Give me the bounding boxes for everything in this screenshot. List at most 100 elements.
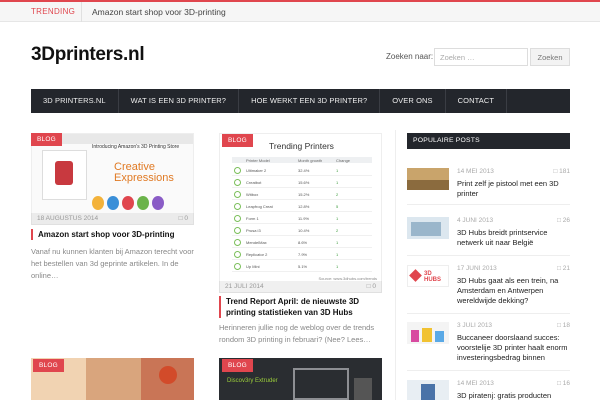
popular-title[interactable]: 3D Hubs breidt printservice netwerk uit … bbox=[457, 228, 570, 248]
search-input[interactable] bbox=[434, 48, 528, 66]
printer-name: MendelMax bbox=[246, 240, 267, 245]
category-badge[interactable]: BLOG bbox=[31, 133, 62, 146]
printer-name: Ultimaker 2 bbox=[246, 168, 267, 173]
category-badge[interactable]: BLOG bbox=[222, 359, 253, 372]
trending-table-row: Witbox 15.2% 2 bbox=[232, 189, 372, 200]
popular-count: □ 16 bbox=[557, 380, 570, 387]
popular-thumb[interactable] bbox=[407, 322, 449, 344]
post-thumbnail-amazon[interactable]: Introducing Amazon's 3D Printing Store C… bbox=[31, 133, 194, 225]
printer-growth: 7.9% bbox=[298, 252, 308, 257]
photo-object bbox=[422, 328, 432, 342]
trending-table-row: Creatbot 15.6% 1 bbox=[232, 177, 372, 188]
nav-item-home[interactable]: 3D PRINTERS.NL bbox=[31, 89, 118, 113]
trending-table-row: Ultimaker 2 32.4% 1 bbox=[232, 165, 372, 176]
printer-growth: 15.6% bbox=[298, 180, 310, 185]
photo-object bbox=[411, 330, 419, 342]
sidebar-separator bbox=[407, 370, 570, 371]
printer-name: Witbox bbox=[246, 192, 259, 197]
printer-name: Up Mini bbox=[246, 264, 260, 269]
trending-table-row: Prusa i3 10.4% 2 bbox=[232, 225, 372, 236]
printer-name: Form 1 bbox=[246, 216, 259, 221]
product-dot bbox=[152, 196, 164, 210]
extruder-box bbox=[354, 378, 372, 400]
printer-icon bbox=[234, 167, 241, 174]
image-caption: Discov3ry Extruder bbox=[227, 378, 278, 384]
trending-link[interactable]: Amazon start shop voor 3D-printing bbox=[92, 2, 226, 22]
nav-item-over-ons[interactable]: OVER ONS bbox=[380, 89, 444, 113]
photo-object bbox=[435, 331, 444, 342]
printer-icon bbox=[234, 227, 241, 234]
popular-date: 14 MEI 2013 bbox=[457, 380, 494, 387]
category-badge[interactable]: BLOG bbox=[33, 359, 64, 372]
popular-date: 4 JUNI 2013 bbox=[457, 217, 494, 224]
printer-icon bbox=[234, 179, 241, 186]
photo-face bbox=[86, 358, 141, 400]
printer-icon bbox=[234, 191, 241, 198]
product-dot bbox=[92, 196, 104, 210]
post-title[interactable]: Trend Report April: de nieuwste 3D print… bbox=[219, 296, 382, 318]
popular-date: 14 MEI 2013 bbox=[457, 168, 494, 175]
nav-item-wat-is[interactable]: WAT IS EEN 3D PRINTER? bbox=[119, 89, 238, 113]
popular-thumb[interactable] bbox=[407, 217, 449, 239]
printer-change: 1 bbox=[336, 180, 339, 185]
printer-growth: 8.6% bbox=[298, 240, 308, 245]
popular-thumb[interactable] bbox=[407, 380, 449, 400]
popular-title[interactable]: 3D piratenj: gratis producten bbox=[457, 391, 570, 400]
category-badge[interactable]: BLOG bbox=[222, 134, 253, 147]
popular-thumb[interactable] bbox=[407, 168, 449, 190]
photo-ground bbox=[407, 180, 449, 190]
printer-growth: 10.4% bbox=[298, 228, 310, 233]
popular-count-value: 21 bbox=[562, 265, 570, 272]
search-button[interactable]: Zoeken bbox=[530, 48, 570, 66]
main-nav: 3D PRINTERS.NL WAT IS EEN 3D PRINTER? HO… bbox=[31, 89, 570, 113]
comment-count[interactable]: □ 0 bbox=[367, 281, 376, 293]
post-thumbnail-trending[interactable]: Trending Printers Printer Model Month gr… bbox=[219, 133, 382, 293]
product-dot bbox=[107, 196, 119, 210]
post-excerpt: Vanaf nu kunnen klanten bij Amazon terec… bbox=[31, 247, 194, 280]
popular-title[interactable]: Buccaneer doorslaand succes: voorstelije… bbox=[457, 333, 570, 363]
hubs-logo-icon bbox=[409, 269, 422, 282]
table-col-growth: Month growth bbox=[298, 158, 323, 163]
popular-count-value: 18 bbox=[562, 322, 570, 329]
post-meta: 18 AUGUSTUS 2014 □ 0 bbox=[31, 213, 194, 225]
hubs-logo-text: 3D HUBS bbox=[424, 271, 442, 283]
printer-growth: 11.9% bbox=[298, 216, 310, 221]
comment-count[interactable]: □ 0 bbox=[179, 213, 188, 225]
printer-growth: 32.4% bbox=[298, 168, 310, 173]
site-logo[interactable]: 3Dprinters.nl bbox=[31, 44, 145, 66]
printer-frame bbox=[293, 368, 349, 400]
comment-count-value: 0 bbox=[184, 215, 188, 222]
popular-count-value: 181 bbox=[559, 168, 570, 175]
table-col-model: Printer Model bbox=[246, 158, 270, 163]
popular-thumb[interactable]: 3D HUBS bbox=[407, 265, 449, 287]
printer-change: 5 bbox=[336, 204, 339, 209]
nav-item-contact[interactable]: CONTACT bbox=[446, 89, 506, 113]
printer-change: 1 bbox=[336, 264, 339, 269]
post-title[interactable]: Amazon start shop voor 3D-printing bbox=[31, 229, 194, 240]
product-row bbox=[92, 196, 164, 210]
printer-change: 2 bbox=[336, 192, 339, 197]
photo-object bbox=[421, 384, 435, 400]
sidebar-separator bbox=[407, 313, 570, 314]
printer-growth: 12.8% bbox=[298, 204, 310, 209]
nav-item-hoe-werkt[interactable]: HOE WERKT EEN 3D PRINTER? bbox=[239, 89, 379, 113]
printer-growth: 5.1% bbox=[298, 264, 308, 269]
popular-count: □ 181 bbox=[553, 168, 570, 175]
popular-title[interactable]: 3D Hubs gaat als een trein, na Amsterdam… bbox=[457, 276, 570, 306]
photo-object bbox=[411, 222, 441, 236]
printer-change: 1 bbox=[336, 168, 339, 173]
printer-icon bbox=[234, 215, 241, 222]
popular-title[interactable]: Print zelf je pistool met een 3D printer bbox=[457, 179, 570, 199]
trending-table-row: Leapfrog Creat 12.8% 5 bbox=[232, 201, 372, 212]
printer-growth: 15.2% bbox=[298, 192, 310, 197]
trending-table-row: Replicator 2 7.9% 1 bbox=[232, 249, 372, 260]
trending-bar: TRENDING Amazon start shop voor 3D-print… bbox=[0, 0, 600, 22]
popular-count: □ 26 bbox=[557, 217, 570, 224]
sidebar-separator bbox=[407, 204, 570, 205]
photo-object bbox=[159, 366, 177, 384]
printer-change: 1 bbox=[336, 216, 339, 221]
table-col-change: Change bbox=[336, 158, 351, 163]
printer-change: 2 bbox=[336, 228, 339, 233]
sidebar-separator bbox=[407, 255, 570, 256]
amazon-subheadline: Introducing Amazon's 3D Printing Store bbox=[92, 144, 180, 150]
